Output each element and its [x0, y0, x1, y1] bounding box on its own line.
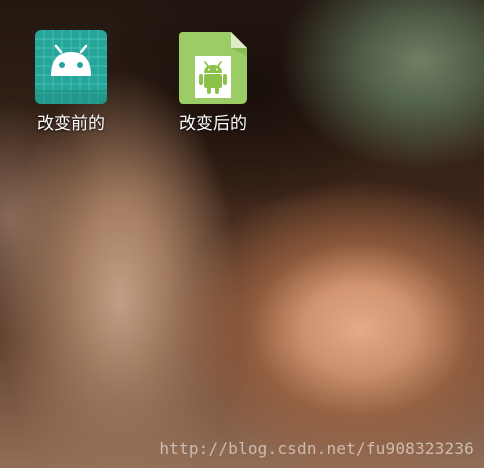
- android-document-icon: [177, 30, 249, 104]
- app-label-after: 改变后的: [179, 114, 247, 134]
- app-label-before: 改变前的: [37, 114, 105, 134]
- android-launcher-grid-icon: [35, 30, 107, 104]
- watermark-url: http://blog.csdn.net/fu908323236: [159, 439, 474, 458]
- app-shortcut-before[interactable]: 改变前的: [16, 30, 126, 142]
- app-shortcut-after[interactable]: 改变后的: [158, 30, 268, 142]
